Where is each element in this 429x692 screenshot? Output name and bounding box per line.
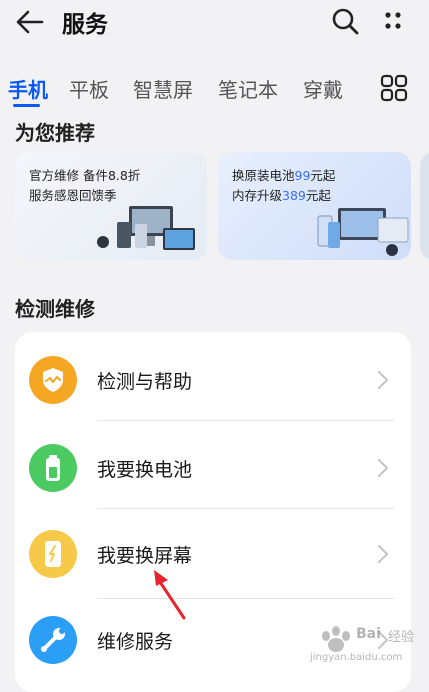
list-item-replace-screen[interactable]: 我要换屏幕 [15, 510, 411, 598]
chevron-right-icon [378, 545, 388, 563]
list-item-replace-battery[interactable]: 我要换电池 [15, 424, 411, 512]
all-categories-icon[interactable] [380, 74, 408, 102]
divider [97, 508, 395, 509]
chevron-right-icon [378, 459, 388, 477]
tab-tablet[interactable]: 平板 [69, 74, 109, 103]
promo-line-battery: 换原装电池99元起 [232, 165, 335, 184]
divider [97, 420, 395, 421]
promo-text: 元起 [310, 168, 336, 183]
back-arrow-icon[interactable] [14, 8, 46, 36]
recommend-section-title: 为您推荐 [15, 121, 95, 145]
repair-section-title: 检测维修 [15, 297, 95, 321]
wrench-icon [29, 616, 77, 664]
watermark-url: jingyan.baidu.com [310, 652, 403, 663]
annotation-arrow-icon [154, 570, 186, 620]
page-title: 服务 [62, 12, 108, 38]
battery-icon [29, 444, 77, 492]
chevron-right-icon [378, 371, 388, 389]
promo-card-next-peek[interactable] [420, 152, 429, 260]
promo-text: 换原装电池 [232, 168, 295, 183]
device-tabs: 手机 平板 智慧屏 笔记本 穿戴 [0, 66, 429, 114]
tab-laptop[interactable]: 笔记本 [218, 74, 278, 103]
promo-price: 389 [282, 188, 306, 203]
tab-phone[interactable]: 手机 [8, 74, 48, 103]
top-bar: 服务 [0, 0, 429, 44]
list-item-detect-help[interactable]: 检测与帮助 [15, 336, 411, 424]
promo-price: 99 [294, 168, 311, 183]
list-item-label: 维修服务 [97, 631, 174, 653]
phone-screen-icon [29, 530, 77, 578]
watermark-sub: 经验 [388, 630, 415, 645]
devices-illustration [317, 208, 409, 256]
tab-active-indicator [13, 104, 40, 107]
promo-line: 官方维修 备件8.8折 [29, 168, 141, 183]
list-item-label: 我要换电池 [97, 459, 193, 481]
list-item-label: 我要换屏幕 [97, 545, 193, 567]
shield-check-icon [29, 356, 77, 404]
promo-card-repair-discount[interactable]: 官方维修 备件8.8折 服务感恩回馈季 [15, 152, 207, 260]
list-item-label: 检测与帮助 [97, 371, 193, 393]
baidu-jingyan-watermark: Bai 经验 jingyan.baidu.com [310, 620, 420, 670]
tab-wearable[interactable]: 穿戴 [303, 74, 343, 103]
devices-illustration [97, 206, 195, 250]
promo-text: 元起 [305, 188, 331, 203]
promo-card-battery-memory[interactable]: 换原装电池99元起 内存升级389元起 [218, 152, 411, 260]
tab-smart-screen[interactable]: 智慧屏 [133, 74, 193, 103]
more-options-icon[interactable] [378, 6, 408, 36]
watermark-brand: Bai [356, 626, 381, 642]
promo-text: 内存升级 [232, 188, 283, 203]
search-icon[interactable] [330, 6, 360, 36]
